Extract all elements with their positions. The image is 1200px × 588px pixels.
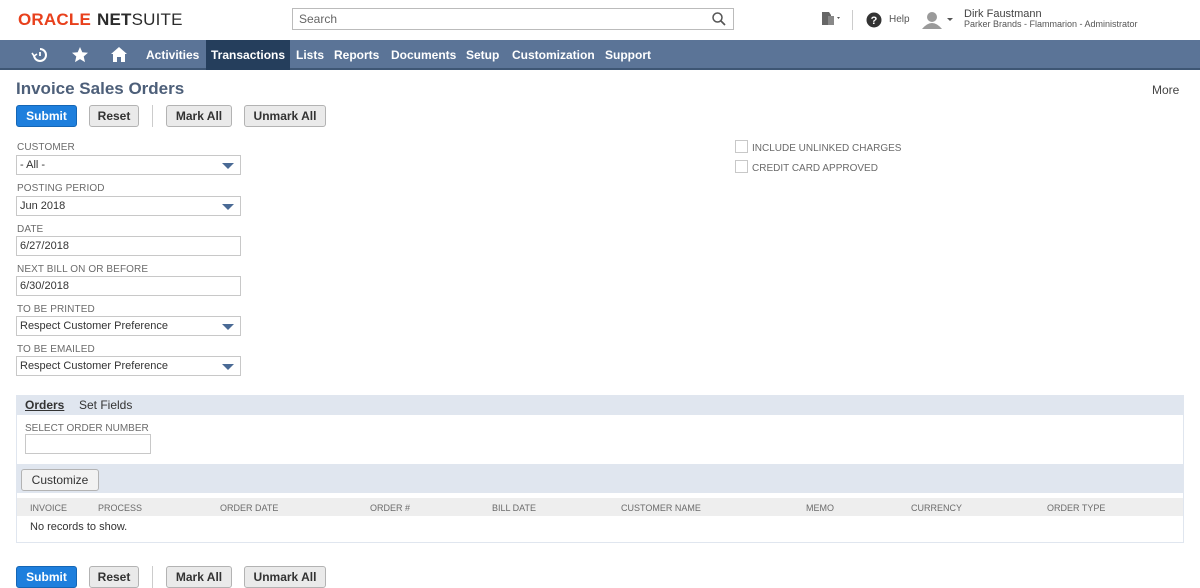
logo-oracle: ORACLE (18, 10, 91, 29)
page-title: Invoice Sales Orders (16, 79, 185, 98)
next-bill-value: 6/30/2018 (20, 280, 69, 292)
logo-net: NET (96, 10, 132, 29)
main-nav: Activities Transactions Lists Reports Do… (0, 40, 1200, 70)
customize-bar (17, 464, 1183, 493)
button-separator (152, 105, 153, 127)
nav-customization[interactable]: Customization (507, 40, 600, 70)
column-header-bill-date[interactable]: BILL DATE (492, 503, 536, 513)
logo-suite: SUITE (131, 10, 183, 29)
unmark-all-button[interactable]: Unmark All (244, 105, 326, 127)
column-header-process[interactable]: PROCESS (98, 503, 142, 513)
svg-text:?: ? (871, 15, 878, 27)
mark-all-button-bottom[interactable]: Mark All (166, 566, 232, 588)
column-header-customer-name[interactable]: CUSTOMER NAME (621, 503, 701, 513)
column-header-currency[interactable]: CURRENCY (911, 503, 962, 513)
to-be-emailed-select[interactable]: Respect Customer Preference (16, 356, 241, 376)
customer-select[interactable]: - All - (16, 155, 241, 175)
nav-setup[interactable]: Setup (461, 40, 504, 70)
column-header-order-number[interactable]: ORDER # (370, 503, 410, 513)
recent-icon[interactable] (31, 46, 49, 64)
to-be-emailed-value: Respect Customer Preference (20, 360, 168, 372)
nav-activities[interactable]: Activities (141, 40, 204, 70)
tab-orders[interactable]: Orders (25, 398, 64, 412)
help-icon[interactable]: ? (866, 12, 882, 28)
help-label[interactable]: Help (889, 14, 910, 25)
tab-set-fields[interactable]: Set Fields (79, 398, 132, 412)
nav-reports[interactable]: Reports (329, 40, 384, 70)
mark-all-button[interactable]: Mark All (166, 105, 232, 127)
search-input[interactable] (293, 9, 693, 29)
next-bill-field[interactable]: 6/30/2018 (16, 276, 241, 296)
nav-transactions[interactable]: Transactions (206, 40, 291, 70)
favorites-star-icon[interactable] (71, 46, 89, 64)
submit-button[interactable]: Submit (16, 105, 77, 127)
netsuite-logo[interactable]: ORACLE NETSUITE (18, 10, 183, 30)
date-value: 6/27/2018 (20, 240, 69, 252)
to-be-emailed-label: TO BE EMAILED (17, 344, 95, 355)
posting-period-label: POSTING PERIOD (17, 183, 105, 194)
column-header-order-date[interactable]: ORDER DATE (220, 503, 278, 513)
sublist-tabs: Orders Set Fields (16, 395, 1184, 415)
customer-label: CUSTOMER (17, 142, 75, 153)
select-order-input[interactable] (25, 434, 151, 454)
customize-button[interactable]: Customize (21, 469, 99, 491)
posting-period-value: Jun 2018 (20, 200, 66, 212)
empty-message: No records to show. (30, 521, 128, 533)
submit-button-bottom[interactable]: Submit (16, 566, 77, 588)
to-be-printed-value: Respect Customer Preference (20, 320, 168, 332)
search-icon[interactable] (711, 11, 727, 27)
chevron-down-icon[interactable] (222, 324, 234, 330)
more-link[interactable]: More (1152, 83, 1179, 97)
user-avatar-icon[interactable] (920, 10, 956, 30)
chevron-down-icon[interactable] (222, 163, 234, 169)
date-field[interactable]: 6/27/2018 (16, 236, 241, 256)
recent-records-icon[interactable] (819, 10, 843, 28)
column-header-order-type[interactable]: ORDER TYPE (1047, 503, 1105, 513)
cc-approved-checkbox[interactable] (735, 160, 748, 173)
table-header (17, 498, 1183, 516)
chevron-down-icon[interactable] (222, 364, 234, 370)
to-be-printed-select[interactable]: Respect Customer Preference (16, 316, 241, 336)
cc-approved-label: CREDIT CARD APPROVED (752, 163, 878, 174)
button-separator-bottom (152, 566, 153, 588)
home-icon[interactable] (110, 46, 128, 64)
next-bill-label: NEXT BILL ON OR BEFORE (17, 264, 149, 275)
header-divider (852, 10, 853, 30)
customer-value: - All - (20, 159, 46, 171)
posting-period-select[interactable]: Jun 2018 (16, 196, 241, 216)
column-header-memo[interactable]: MEMO (806, 503, 834, 513)
reset-button[interactable]: Reset (89, 105, 139, 127)
user-role[interactable]: Parker Brands - Flammarion - Administrat… (964, 19, 1138, 29)
column-header-invoice[interactable]: INVOICE (30, 503, 67, 513)
unmark-all-button-bottom[interactable]: Unmark All (244, 566, 326, 588)
include-unlinked-checkbox[interactable] (735, 140, 748, 153)
chevron-down-icon[interactable] (222, 204, 234, 210)
include-unlinked-label: INCLUDE UNLINKED CHARGES (752, 143, 902, 154)
reset-button-bottom[interactable]: Reset (89, 566, 139, 588)
to-be-printed-label: TO BE PRINTED (17, 304, 95, 315)
nav-documents[interactable]: Documents (386, 40, 461, 70)
top-bar: ORACLENETSUITE ? Help Dirk Faustmann Par… (0, 0, 1200, 40)
nav-support[interactable]: Support (600, 40, 656, 70)
select-order-label: SELECT ORDER NUMBER (25, 423, 149, 434)
date-label: DATE (17, 224, 44, 235)
nav-lists[interactable]: Lists (291, 40, 329, 70)
global-search (292, 8, 734, 30)
